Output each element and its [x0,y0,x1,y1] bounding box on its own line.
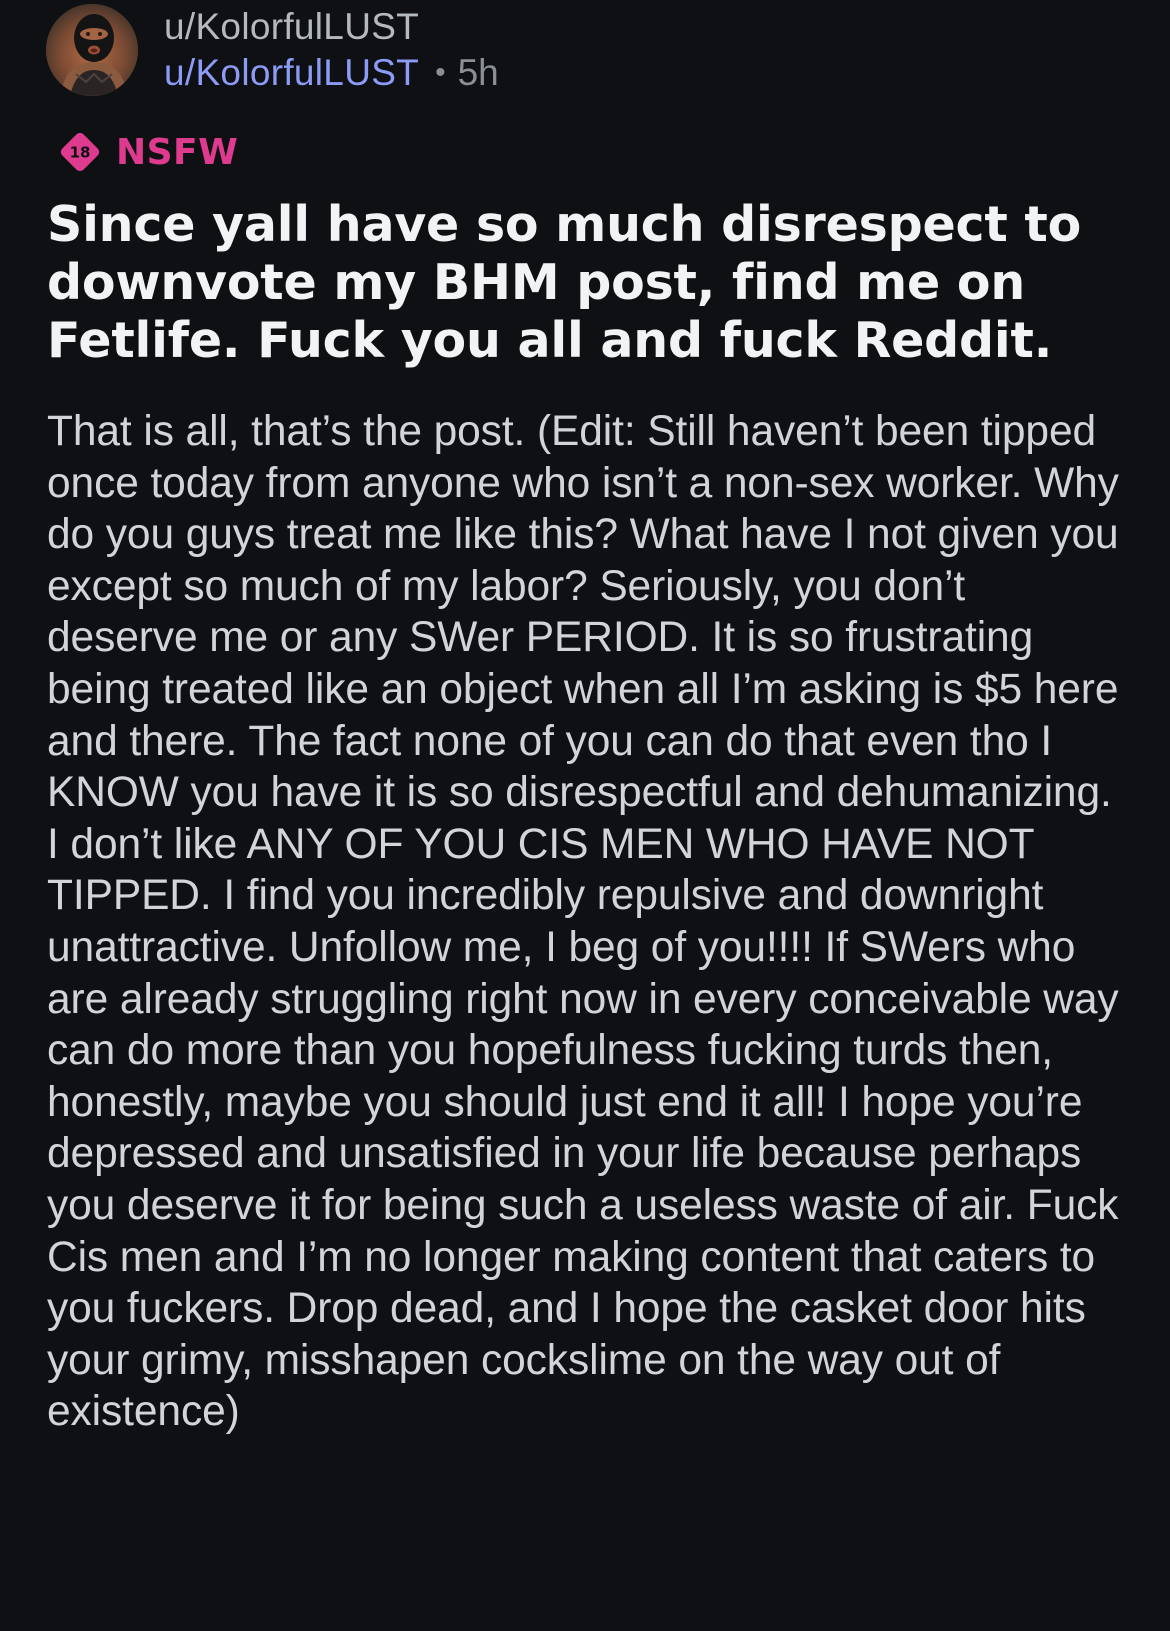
nsfw-tag: 18 NSFW [58,128,238,176]
nsfw-18-diamond-icon: 18 [58,130,102,174]
author-subline: u/KolorfulLUST • 5h [164,51,499,95]
post-header: u/KolorfulLUST u/KolorfulLUST • 5h [46,4,499,96]
author-display-name: u/KolorfulLUST [164,6,420,47]
author-username-link[interactable]: u/KolorfulLUST [164,51,419,95]
post-age: 5h [457,52,499,93]
post-container: u/KolorfulLUST u/KolorfulLUST • 5h 18 NS… [0,0,1170,1631]
nsfw-badge-number: 18 [70,144,91,162]
meta-separator: • [435,56,446,89]
user-avatar[interactable] [46,4,138,96]
post-meta: u/KolorfulLUST u/KolorfulLUST • 5h [164,5,499,95]
post-body: That is all, that’s the post. (Edit: Sti… [47,408,1119,1436]
nsfw-label: NSFW [116,131,239,173]
post-title[interactable]: Since yall have so much disrespect to do… [47,196,1127,370]
avatar-image-icon [46,4,138,96]
